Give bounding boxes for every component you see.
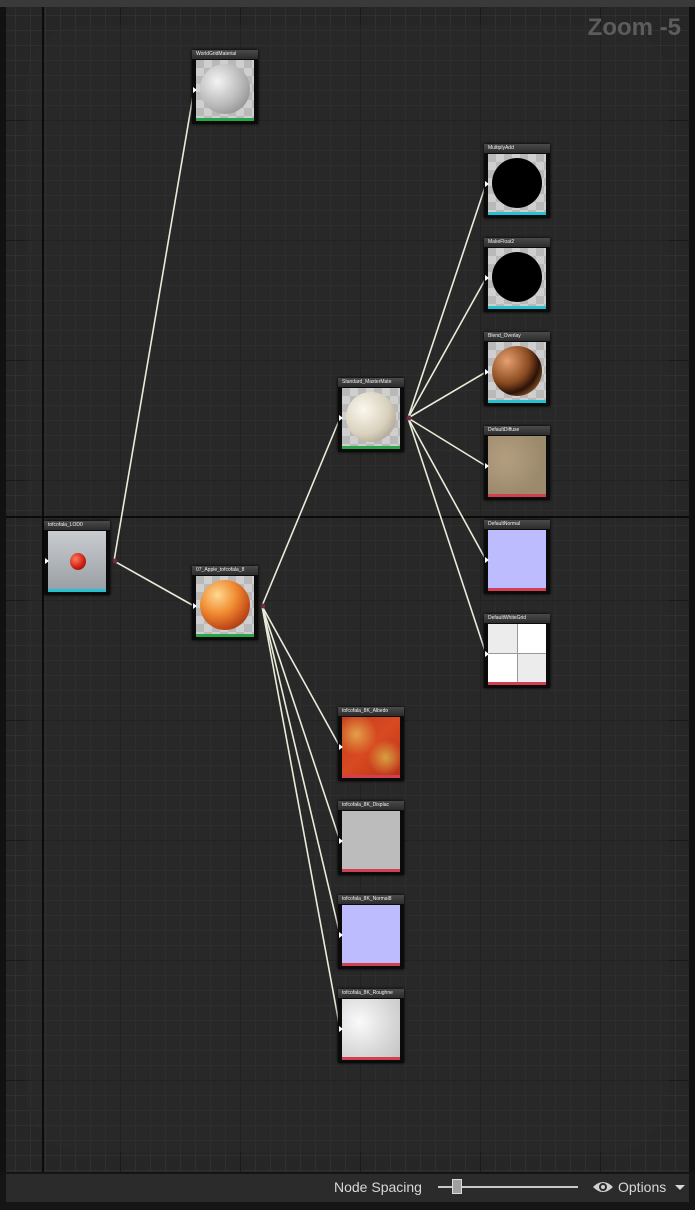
node-spacing-slider-handle[interactable] <box>452 1179 462 1194</box>
node-type-bar <box>488 306 546 309</box>
wire-lod0-to-worldgrid <box>113 89 195 562</box>
graph-node-apple[interactable]: 07_Apple_tofcofala_8 <box>192 566 258 640</box>
node-title: DefaultDiffuse <box>484 426 550 435</box>
node-title: MakeFloat2 <box>484 238 550 247</box>
node-thumbnail <box>342 717 400 775</box>
node-type-bar <box>342 1057 400 1060</box>
node-thumbnail <box>342 811 400 869</box>
node-input-pin[interactable] <box>339 932 343 938</box>
node-type-bar <box>48 589 106 592</box>
node-type-bar <box>488 682 546 685</box>
node-input-pin[interactable] <box>339 415 343 421</box>
wire-apple-to-normal <box>261 605 341 936</box>
wire-apple-to-displacement <box>261 605 341 842</box>
node-thumbnail <box>342 999 400 1057</box>
node-type-bar <box>488 494 546 497</box>
graph-node-makefloat2[interactable]: MakeFloat2 <box>484 238 550 312</box>
node-title: DefaultWhiteGrid <box>484 614 550 623</box>
graph-node-worldgrid[interactable]: WorldGridMaterial <box>192 50 258 124</box>
node-title: tofcofala_8K_Roughne <box>338 989 404 998</box>
node-thumbnail <box>488 342 546 400</box>
graph-node-mastermat[interactable]: Standard_MasterMate <box>338 378 404 452</box>
node-input-pin[interactable] <box>193 603 197 609</box>
node-input-pin[interactable] <box>45 558 49 564</box>
node-thumbnail <box>196 576 254 634</box>
node-thumbnail <box>488 436 546 494</box>
options-button[interactable]: Options <box>618 1179 666 1195</box>
node-thumbnail <box>488 248 546 306</box>
graph-node-normal[interactable]: tofcofala_8K_Normal8 <box>338 895 404 969</box>
graph-node-albedo[interactable]: tofcofala_8K_Albedo <box>338 707 404 781</box>
eye-icon[interactable] <box>592 1180 614 1194</box>
node-thumbnail <box>342 905 400 963</box>
wire-mastermat-to-defaultdiffuse <box>407 417 487 467</box>
node-input-pin[interactable] <box>339 744 343 750</box>
graph-node-defaultnormal[interactable]: DefaultNormal <box>484 520 550 594</box>
graph-node-blendoverlay[interactable]: Blend_Overlay <box>484 332 550 406</box>
node-thumbnail <box>488 154 546 212</box>
node-input-pin[interactable] <box>485 651 489 657</box>
graph-node-displacement[interactable]: tofcofala_8K_Displac <box>338 801 404 875</box>
node-title: WorldGridMaterial <box>192 50 258 59</box>
node-input-pin[interactable] <box>485 463 489 469</box>
graph-node-roughness[interactable]: tofcofala_8K_Roughne <box>338 989 404 1063</box>
node-input-pin[interactable] <box>485 181 489 187</box>
output-pin-apple[interactable] <box>260 603 266 609</box>
wire-mastermat-to-defaultnormal <box>407 417 487 561</box>
node-thumbnail <box>488 530 546 588</box>
node-title: tofcofala_8K_Displac <box>338 801 404 810</box>
node-thumbnail <box>196 60 254 118</box>
node-input-pin[interactable] <box>485 275 489 281</box>
node-title: Blend_Overlay <box>484 332 550 341</box>
node-type-bar <box>342 963 400 966</box>
node-title: tofcofala_8K_Albedo <box>338 707 404 716</box>
node-thumbnail <box>488 624 546 682</box>
graph-node-multiplyadd[interactable]: MultiplyAdd <box>484 144 550 218</box>
node-input-pin[interactable] <box>339 1026 343 1032</box>
node-input-pin[interactable] <box>485 557 489 563</box>
wire-mastermat-to-blendoverlay <box>407 371 487 419</box>
wire-lod0-to-apple <box>113 560 195 607</box>
window-top-border <box>0 0 695 7</box>
node-type-bar <box>196 634 254 637</box>
node-title: 07_Apple_tofcofala_8 <box>192 566 258 575</box>
node-thumbnail <box>48 531 106 589</box>
node-type-bar <box>488 588 546 591</box>
node-type-bar <box>342 446 400 449</box>
node-title: tofcofala_LOD0 <box>44 521 110 530</box>
node-type-bar <box>196 118 254 121</box>
wire-apple-to-roughness <box>261 605 341 1030</box>
wire-mastermat-to-defaultwhitegrid <box>407 417 487 655</box>
node-title: tofcofala_8K_Normal8 <box>338 895 404 904</box>
node-input-pin[interactable] <box>339 838 343 844</box>
wire-apple-to-mastermat <box>261 417 341 607</box>
graph-canvas[interactable]: Zoom -5 tofcofala_LOD0 WorldGridMaterial 0… <box>6 7 689 1172</box>
graph-node-defaultdiffuse[interactable]: DefaultDiffuse <box>484 426 550 500</box>
wire-mastermat-to-multiplyadd <box>407 183 487 419</box>
output-pin-mastermat[interactable] <box>406 415 412 421</box>
graph-node-defaultwhitegrid[interactable]: DefaultWhiteGrid <box>484 614 550 688</box>
node-title: DefaultNormal <box>484 520 550 529</box>
node-thumbnail <box>342 388 400 446</box>
node-title: Standard_MasterMate <box>338 378 404 387</box>
node-type-bar <box>488 212 546 215</box>
node-type-bar <box>342 775 400 778</box>
node-title: MultiplyAdd <box>484 144 550 153</box>
graph-node-lod0[interactable]: tofcofala_LOD0 <box>44 521 110 595</box>
node-input-pin[interactable] <box>485 369 489 375</box>
output-pin-lod0[interactable] <box>112 558 118 564</box>
node-spacing-label: Node Spacing <box>334 1179 422 1195</box>
reference-viewer-window: Zoom -5 tofcofala_LOD0 WorldGridMaterial 0… <box>0 0 695 1210</box>
chevron-down-icon[interactable] <box>675 1185 685 1190</box>
node-input-pin[interactable] <box>193 87 197 93</box>
node-type-bar <box>342 869 400 872</box>
node-type-bar <box>488 400 546 403</box>
